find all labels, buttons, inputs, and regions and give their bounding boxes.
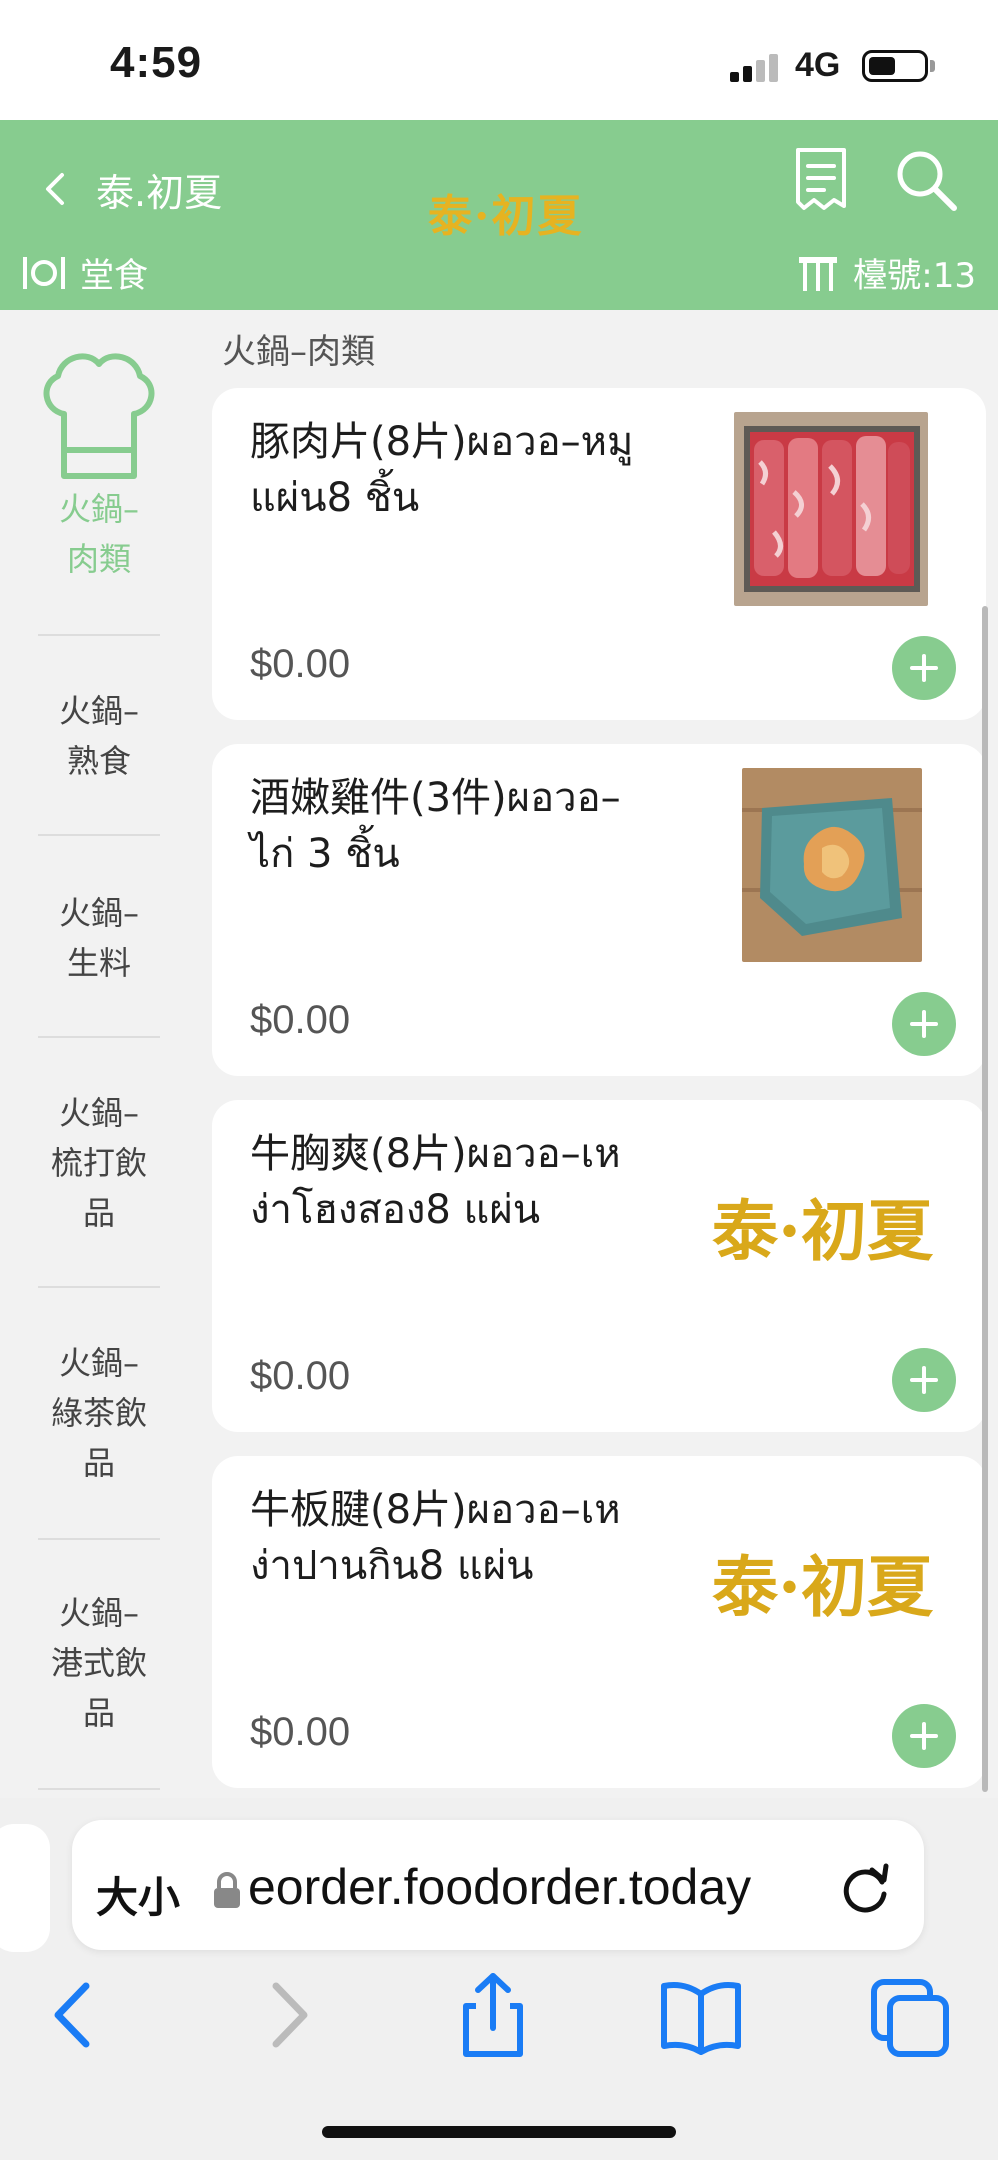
menu-item-name: 酒嫩雞件(3件)ผอวอ– ไก่ 3 ชิ้น	[250, 775, 621, 877]
home-indicator	[322, 2126, 676, 2138]
previous-tab-preview[interactable]	[0, 1824, 50, 1952]
share-icon[interactable]	[448, 1970, 538, 2060]
menu-item-card[interactable]: 豚肉片(8片)ผอวอ–หมู แผ่น8 ชิ้น $0.00	[212, 388, 986, 720]
header-logo-text: 泰·初夏	[428, 191, 584, 242]
category-divider	[38, 634, 160, 636]
text-size-button[interactable]: 大小	[96, 1864, 180, 1925]
lock-icon	[214, 1872, 240, 1908]
menu-item-card[interactable]: 酒嫩雞件(3件)ผอวอ– ไก่ 3 ชิ้น $0.00	[212, 744, 986, 1076]
app-header: 泰.初夏 泰·初夏 堂食 檯號:13	[0, 120, 998, 310]
brand-logo: 泰·初夏	[712, 1534, 952, 1626]
browser-toolbar: 大小 eorder.foodorder.today	[0, 1798, 998, 2160]
category-divider	[38, 834, 160, 836]
chevron-left-icon	[46, 173, 64, 205]
browser-nav-row	[0, 1970, 998, 2090]
table-number: 檯號:13	[797, 248, 976, 297]
reload-icon[interactable]	[836, 1860, 894, 1918]
menu-item-price: $0.00	[250, 998, 351, 1042]
chicken-pieces-photo	[742, 768, 922, 962]
status-time: 4:59	[110, 38, 203, 87]
plate-cutlery-icon	[23, 256, 65, 289]
add-to-cart-button[interactable]	[892, 1704, 956, 1768]
order-list-icon[interactable]	[790, 146, 852, 216]
dining-mode: 堂食	[22, 248, 148, 297]
menu-item-name: 牛胸爽(8片)ผอวอ–เห ง่าโฮงสอง8 แผ่น	[250, 1131, 621, 1233]
chef-hat-icon	[43, 353, 155, 479]
category-label: 火鍋– 熟食	[58, 692, 139, 780]
add-to-cart-button[interactable]	[892, 1348, 956, 1412]
category-sidebar: 火鍋– 肉類 火鍋– 熟食 火鍋– 生料 火鍋– 梳打飲 品 火鍋– 綠茶飲 品…	[0, 310, 200, 1798]
menu-item-card[interactable]: 牛胸爽(8片)ผอวอ–เห ง่าโฮงสอง8 แผ่น 泰·初夏 $0.0…	[212, 1100, 986, 1432]
category-divider	[38, 1788, 160, 1790]
search-icon[interactable]	[892, 146, 962, 216]
forward-arrow-icon[interactable]	[244, 1970, 334, 2060]
brand-logo-text: 泰·初夏	[712, 1548, 933, 1626]
menu-item-price: $0.00	[250, 1354, 351, 1398]
category-divider	[38, 1286, 160, 1288]
address-bar[interactable]: 大小 eorder.foodorder.today	[72, 1820, 924, 1950]
category-label: 火鍋– 梳打飲 品	[50, 1094, 147, 1232]
category-hotpot-meat[interactable]: 火鍋– 肉類	[38, 484, 160, 584]
header-logo: 泰·初夏	[428, 180, 583, 244]
add-to-cart-button[interactable]	[892, 992, 956, 1056]
battery-icon	[862, 50, 928, 82]
section-title: 火鍋–肉類	[222, 332, 375, 372]
category-hotpot-soda[interactable]: 火鍋– 梳打飲 品	[38, 1088, 160, 1238]
menu-content: 火鍋– 肉類 火鍋– 熟食 火鍋– 生料 火鍋– 梳打飲 品 火鍋– 綠茶飲 品…	[0, 310, 998, 1798]
table-icon	[799, 256, 838, 291]
status-bar: 4:59 4G	[0, 0, 998, 120]
table-number-label: 檯號:13	[853, 256, 976, 296]
pork-slices-photo	[734, 412, 928, 606]
dining-mode-label: 堂食	[80, 256, 148, 296]
menu-item-price: $0.00	[250, 1710, 351, 1754]
category-label: 火鍋– 綠茶飲 品	[50, 1344, 147, 1482]
battery-tip	[930, 60, 935, 72]
menu-item-name: 豚肉片(8片)ผอวอ–หมู แผ่น8 ชิ้น	[250, 419, 634, 521]
url-text: eorder.foodorder.today	[248, 1859, 752, 1915]
category-divider	[38, 1538, 160, 1540]
tabs-icon[interactable]	[866, 1970, 956, 2060]
menu-item-card[interactable]: 牛板腱(8片)ผอวอ–เห ง่าปานกิน8 แผ่น 泰·初夏 $0.0…	[212, 1456, 986, 1788]
brand-logo: 泰·初夏	[712, 1178, 952, 1270]
category-label: 火鍋– 港式飲 品	[50, 1594, 147, 1732]
category-label: 火鍋– 生料	[58, 894, 139, 982]
add-to-cart-button[interactable]	[892, 636, 956, 700]
back-arrow-icon[interactable]	[28, 1970, 118, 2060]
brand-logo-text: 泰·初夏	[712, 1192, 933, 1270]
back-button[interactable]: 泰.初夏	[42, 154, 242, 224]
scrollbar[interactable]	[982, 606, 988, 1792]
category-hotpot-hk-drinks[interactable]: 火鍋– 港式飲 品	[38, 1588, 160, 1738]
category-label: 火鍋– 肉類	[58, 490, 139, 578]
network-type: 4G	[795, 46, 841, 84]
category-divider	[38, 1036, 160, 1038]
bookmarks-icon[interactable]	[656, 1970, 746, 2060]
category-hotpot-green-tea[interactable]: 火鍋– 綠茶飲 品	[38, 1338, 160, 1488]
category-hotpot-cooked[interactable]: 火鍋– 熟食	[38, 686, 160, 786]
store-name: 泰.初夏	[96, 170, 223, 215]
menu-item-price: $0.00	[250, 642, 351, 686]
signal-icon	[730, 52, 780, 82]
category-hotpot-raw[interactable]: 火鍋– 生料	[38, 888, 160, 988]
menu-item-name: 牛板腱(8片)ผอวอ–เห ง่าปานกิน8 แผ่น	[250, 1487, 621, 1589]
